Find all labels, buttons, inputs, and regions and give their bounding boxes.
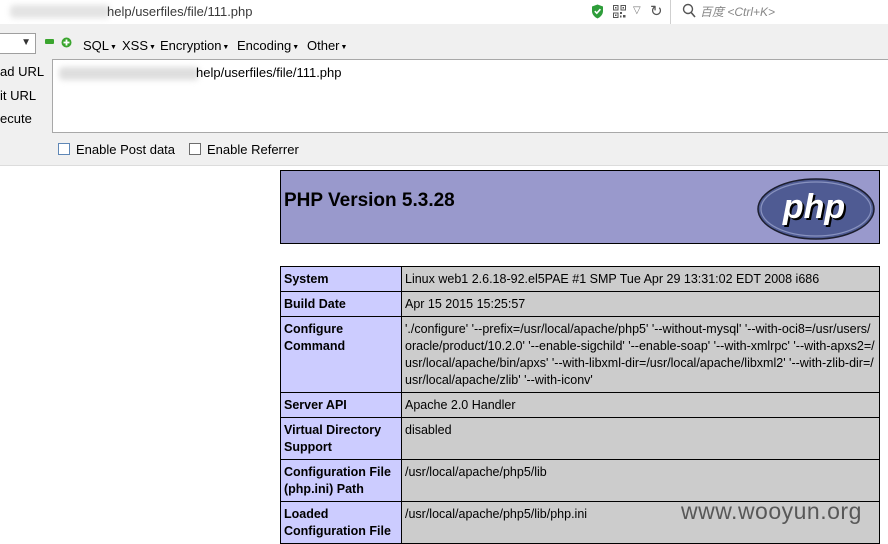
table-row: Virtual Directory Support disabled xyxy=(280,417,880,460)
row-key: Configure Command xyxy=(280,316,402,393)
plus-icon[interactable] xyxy=(61,37,72,48)
address-url[interactable]: help/userfiles/file/111.php xyxy=(107,4,253,19)
search-icon[interactable] xyxy=(682,3,696,19)
row-value: Linux web1 2.6.18-92.el5PAE #1 SMP Tue A… xyxy=(401,266,880,292)
enable-referrer-checkbox[interactable] xyxy=(189,143,201,155)
watermark: www.wooyun.org xyxy=(681,498,862,524)
row-key: Server API xyxy=(280,392,402,418)
svg-text:php: php xyxy=(782,188,845,226)
row-key: Build Date xyxy=(280,291,402,317)
enable-referrer-label[interactable]: Enable Referrer xyxy=(207,142,299,157)
menu-label: Encryption xyxy=(160,38,222,53)
address-bar: help/userfiles/file/111.php ▽ ↻ xyxy=(0,0,888,25)
execute-button[interactable]: ecute xyxy=(0,111,32,126)
split-url-button[interactable]: it URL xyxy=(0,88,36,103)
chevron-down-icon: ▼ xyxy=(149,44,156,51)
menu-label: Encoding xyxy=(237,38,292,53)
page-title: PHP Version 5.3.28 xyxy=(284,190,455,211)
menu-sql[interactable]: SQL▼ xyxy=(83,38,117,53)
qr-code-icon[interactable] xyxy=(613,5,626,18)
row-value: /usr/local/apache/php5/lib xyxy=(401,459,880,502)
row-value: './configure' '--prefix=/usr/local/apach… xyxy=(401,316,880,393)
php-logo[interactable]: php php xyxy=(756,177,876,241)
hackbar-select[interactable]: ▼ xyxy=(0,33,36,54)
enable-post-label[interactable]: Enable Post data xyxy=(76,142,175,157)
row-value: Apache 2.0 Handler xyxy=(401,392,880,418)
hackbar-panel: ▼ SQL▼ XSS▼ Encryption▼ Encoding▼ Other▼… xyxy=(0,24,888,166)
url-textarea[interactable]: help/userfiles/file/111.php xyxy=(52,59,888,133)
shield-icon[interactable] xyxy=(591,4,604,19)
chevron-down-icon: ▼ xyxy=(21,37,31,48)
table-row: Server API Apache 2.0 Handler xyxy=(280,392,880,418)
url-redacted-prefix xyxy=(10,5,110,18)
search-input[interactable] xyxy=(700,3,880,20)
load-url-button[interactable]: ad URL xyxy=(0,64,44,79)
row-key: Configuration File (php.ini) Path xyxy=(280,459,402,502)
row-key: Loaded Configuration File xyxy=(280,501,402,544)
row-value: disabled xyxy=(401,417,880,460)
table-row: System Linux web1 2.6.18-92.el5PAE #1 SM… xyxy=(280,266,880,292)
minus-icon[interactable] xyxy=(45,39,54,44)
menu-encryption[interactable]: Encryption▼ xyxy=(160,38,229,53)
menu-label: SQL xyxy=(83,38,110,53)
row-key: System xyxy=(280,266,402,292)
enable-post-checkbox[interactable] xyxy=(58,143,70,155)
url-redacted-prefix xyxy=(59,67,199,80)
menu-encoding[interactable]: Encoding▼ xyxy=(237,38,299,53)
row-value: Apr 15 2015 15:25:57 xyxy=(401,291,880,317)
menu-label: Other xyxy=(307,38,340,53)
chevron-down-icon: ▼ xyxy=(292,44,300,51)
url-text: help/userfiles/file/111.php xyxy=(196,65,342,80)
menu-xss[interactable]: XSS▼ xyxy=(122,38,156,53)
chevron-down-icon: ▼ xyxy=(340,44,348,51)
menu-label: XSS xyxy=(122,38,149,53)
divider xyxy=(670,0,671,24)
chevron-down-icon: ▼ xyxy=(110,44,117,51)
reload-icon[interactable]: ↻ xyxy=(650,2,663,20)
table-row: Configure Command './configure' '--prefi… xyxy=(280,316,880,393)
row-key: Virtual Directory Support xyxy=(280,417,402,460)
table-row: Build Date Apr 15 2015 15:25:57 xyxy=(280,291,880,317)
dropdown-arrow-icon[interactable]: ▽ xyxy=(633,5,641,16)
chevron-down-icon: ▼ xyxy=(222,44,230,51)
table-row: Configuration File (php.ini) Path /usr/l… xyxy=(280,459,880,502)
menu-other[interactable]: Other▼ xyxy=(307,38,347,53)
phpinfo-header: PHP Version 5.3.28 php php xyxy=(280,170,880,244)
